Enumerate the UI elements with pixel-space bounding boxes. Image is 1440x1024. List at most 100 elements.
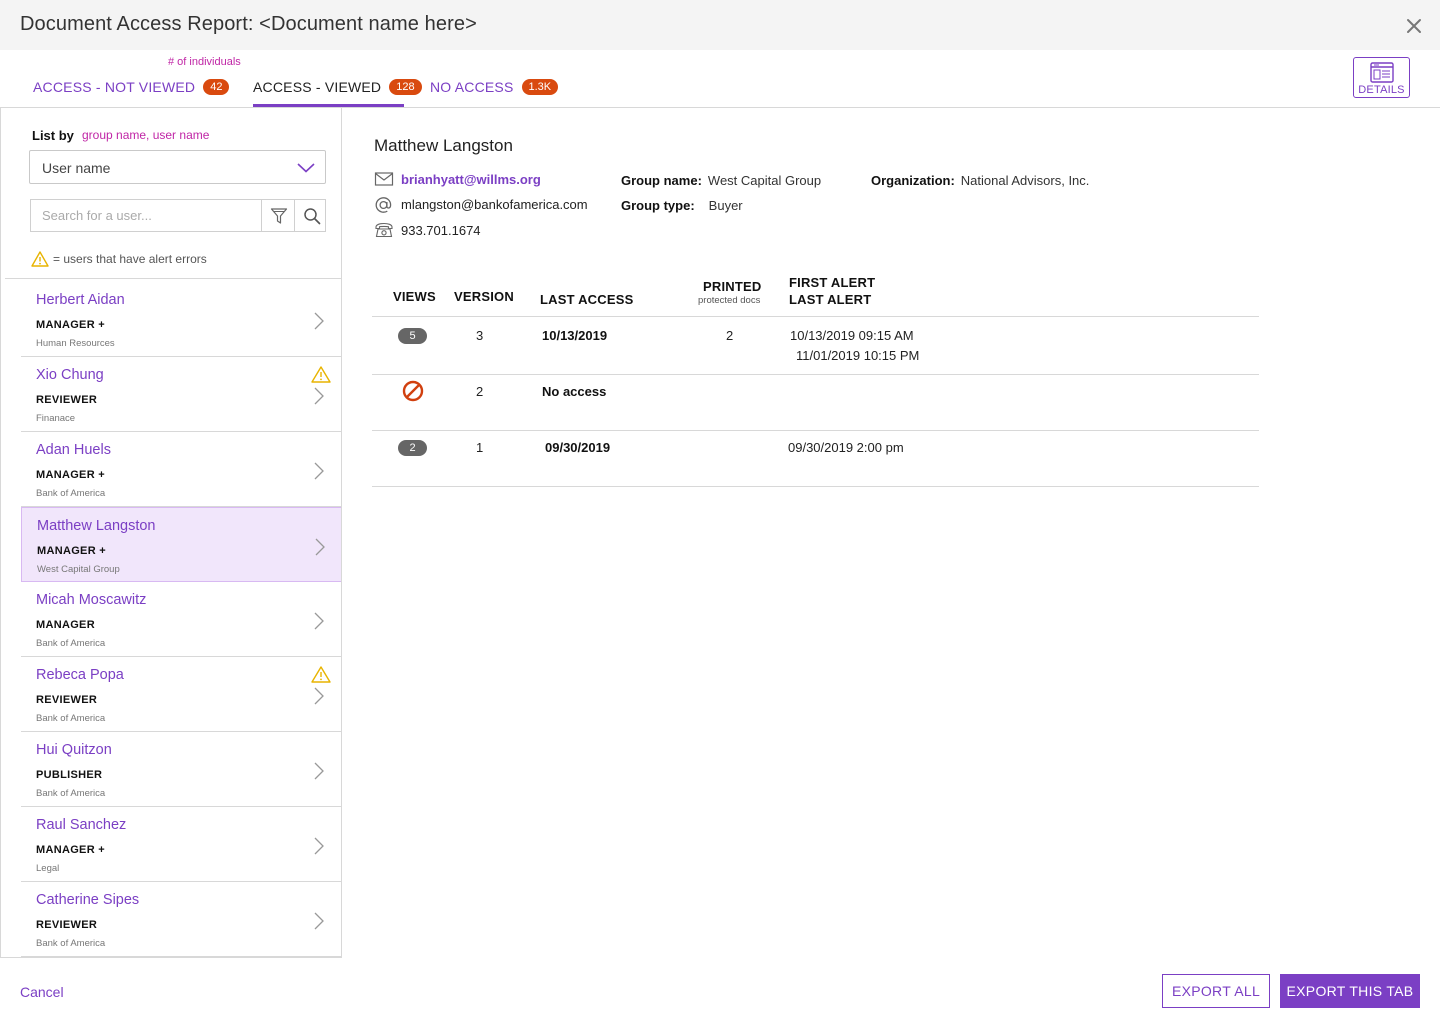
email-link[interactable]: brianhyatt@willms.org [401,172,541,187]
group-type-label: Group type: [621,198,695,213]
user-org: Bank of America [36,938,106,949]
user-org: Bank of America [36,488,106,499]
tab-label: ACCESS - NOT VIEWED [33,79,196,96]
list-item-user[interactable]: Catherine Sipes REVIEWER Bank of America [21,882,341,957]
warning-icon [311,366,331,383]
user-list: Herbert Aidan MANAGER + Human Resources … [21,282,341,957]
search-box [30,199,326,232]
last-access-cell: 09/30/2019 [545,440,611,455]
user-detail-panel: Matthew Langston brianhyatt@willms.org m… [343,108,1440,958]
organization-label: Organization: [871,173,955,188]
alert-legend: = users that have alert errors [31,251,207,267]
organization-field: Organization: National Advisors, Inc. [871,173,1089,188]
details-button[interactable]: DETAILS [1353,57,1410,98]
user-name: Catherine Sipes [36,892,140,908]
group-name-value: West Capital Group [707,173,822,188]
list-by-label: List by [32,128,74,143]
user-name: Matthew Langston [37,518,156,534]
phone-text: 933.701.1674 [401,223,481,238]
export-all-button[interactable]: EXPORT ALL [1162,974,1270,1008]
dialog-title: Document Access Report: <Document name h… [20,13,477,35]
list-item-user[interactable]: Micah Moscawitz MANAGER Bank of America [21,582,341,657]
user-name: Adan Huels [36,442,111,458]
tab-access-not-viewed[interactable]: ACCESS - NOT VIEWED 42 [33,78,230,108]
column-header-printed: PRINTED [703,279,762,294]
list-item-user[interactable]: Hui Quitzon PUBLISHER Bank of America [21,732,341,807]
chevron-right-icon [314,312,324,330]
chevron-right-icon [314,912,324,930]
tab-label: NO ACCESS [430,79,514,96]
tab-count-hint: # of individuals [168,56,241,68]
column-header-version: VERSION [454,289,514,304]
views-badge: 2 [398,440,427,456]
user-role: MANAGER + [36,844,106,856]
details-label: DETAILS [1358,84,1405,96]
export-this-tab-button[interactable]: EXPORT THIS TAB [1280,974,1420,1008]
list-item-user-selected[interactable]: Matthew Langston MANAGER + West Capital … [21,507,341,582]
user-org: Finanace [36,413,76,424]
list-item-user[interactable]: Herbert Aidan MANAGER + Human Resources [21,282,341,357]
list-item-user[interactable]: Xio Chung REVIEWER Finanace [21,357,341,432]
user-role: REVIEWER [36,919,98,931]
chevron-right-icon [315,538,325,556]
search-input[interactable] [31,200,261,231]
user-role: MANAGER [36,619,95,631]
version-cell: 2 [476,384,484,399]
last-alert-cell: 11/01/2019 10:15 PM [796,348,920,363]
user-name: Rebeca Popa [36,667,124,683]
alt-email-text: mlangston@bankofamerica.com [401,197,588,212]
list-item-user[interactable]: Raul Sanchez MANAGER + Legal [21,807,341,882]
count-badge: 1.3K [521,79,559,96]
user-role: MANAGER + [36,319,106,331]
list-item-user[interactable]: Rebeca Popa REVIEWER Bank of America [21,657,341,732]
user-org: West Capital Group [37,564,120,575]
views-badge: 5 [398,328,427,344]
divider [5,278,341,279]
phone-icon [375,222,393,238]
window-layout-icon [1370,62,1394,83]
count-badge: 128 [389,79,422,96]
group-name-field: Group name: West Capital Group [621,173,821,188]
filter-button[interactable] [261,200,294,231]
version-cell: 1 [476,440,484,455]
chevron-right-icon [314,837,324,855]
user-name: Micah Moscawitz [36,592,147,608]
last-access-cell: No access [542,384,607,399]
user-name: Xio Chung [36,367,104,383]
chevron-right-icon [314,462,324,480]
detail-user-name: Matthew Langston [374,136,513,155]
title-bar: Document Access Report: <Document name h… [0,0,1440,50]
user-name: Raul Sanchez [36,817,127,833]
tab-no-access[interactable]: NO ACCESS 1.3K [430,78,559,108]
column-header-first-alert: FIRST ALERT [789,275,876,290]
chevron-down-icon [297,163,315,173]
legend-text: = users that have alert errors [53,252,207,266]
divider [372,486,1259,487]
first-alert-cell: 09/30/2019 2:00 pm [788,440,904,455]
user-org: Bank of America [36,713,106,724]
user-role: REVIEWER [36,394,98,406]
column-header-views: VIEWS [393,289,436,304]
at-sign-icon [375,197,392,213]
chevron-right-icon [314,387,324,405]
divider [372,316,1259,317]
chevron-right-icon [314,687,324,705]
warning-icon [31,251,49,267]
list-by-select[interactable]: User name [29,150,326,184]
warning-icon [311,666,331,683]
divider [372,430,1259,431]
list-item-user[interactable]: Adan Huels MANAGER + Bank of America [21,432,341,507]
count-badge: 42 [203,79,230,96]
cancel-link[interactable]: Cancel [20,984,64,1000]
printed-cell: 2 [726,328,734,343]
search-icon [304,208,321,225]
user-list-panel: List by group name, user name User name … [0,108,342,958]
search-button[interactable] [294,200,326,231]
first-alert-cell: 10/13/2019 09:15 AM [790,328,914,343]
close-button[interactable] [1402,14,1426,38]
column-subheader-printed: protected docs [698,295,761,306]
user-name: Herbert Aidan [36,292,125,308]
user-role: REVIEWER [36,694,98,706]
select-value: User name [42,160,111,176]
user-role: PUBLISHER [36,769,103,781]
